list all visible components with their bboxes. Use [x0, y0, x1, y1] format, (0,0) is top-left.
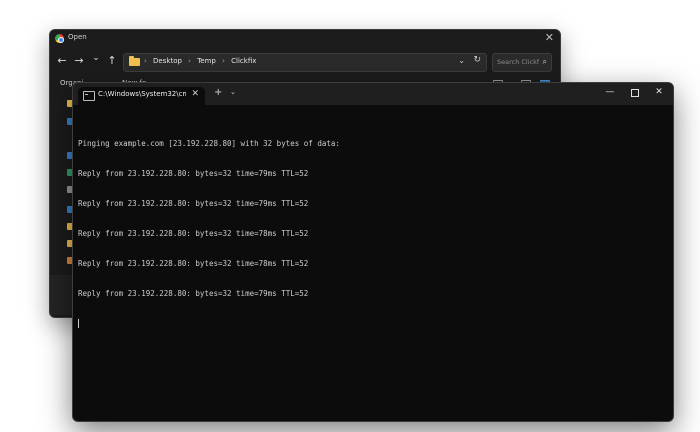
search-box[interactable]: ⌕ — [492, 53, 552, 72]
console-line: Reply from 23.192.228.80: bytes=32 time=… — [78, 289, 309, 298]
search-input[interactable] — [497, 57, 539, 67]
breadcrumb-desktop[interactable]: Desktop — [153, 57, 182, 65]
console-line: Reply from 23.192.228.80: bytes=32 time=… — [78, 169, 309, 178]
text-cursor — [78, 319, 79, 328]
recent-locations-button[interactable]: ⌄ — [89, 53, 103, 63]
console-line: Pinging example.com [23.192.228.80] with… — [78, 139, 340, 148]
scrollbar[interactable] — [50, 275, 72, 315]
tab-close-icon[interactable]: ✕ — [191, 89, 199, 99]
new-tab-button[interactable]: + — [214, 87, 222, 98]
breadcrumb-temp[interactable]: Temp — [197, 57, 216, 65]
breadcrumb-clickfix[interactable]: Clickfix — [231, 57, 256, 65]
close-button[interactable]: ✕ — [653, 87, 665, 97]
console-output[interactable]: Pinging example.com [23.192.228.80] with… — [78, 119, 665, 348]
cmd-icon — [83, 91, 95, 101]
forward-button[interactable]: → — [72, 54, 86, 67]
chevron-down-icon[interactable]: ⌄ — [230, 88, 236, 96]
breadcrumb-separator: › — [144, 57, 147, 65]
maximize-icon — [631, 89, 639, 97]
address-bar[interactable]: › Desktop › Temp › Clickfix ⌄ ↻ — [123, 53, 487, 72]
chrome-icon — [55, 34, 64, 43]
breadcrumb: › Desktop › Temp › Clickfix — [144, 57, 256, 65]
back-button[interactable]: ← — [55, 54, 69, 67]
dialog-title: Open — [68, 33, 87, 41]
dialog-titlebar: Open ✕ — [50, 30, 560, 48]
console-line: Reply from 23.192.228.80: bytes=32 time=… — [78, 229, 309, 238]
tab-strip: C:\Windows\System32\cmd.e ✕ + ⌄ — ✕ — [73, 83, 673, 105]
dialog-navbar: ← → ⌄ ↑ › Desktop › Temp › Clickfix ⌄ ↻ … — [50, 50, 560, 74]
maximize-button[interactable] — [629, 89, 641, 100]
minimize-button[interactable]: — — [604, 87, 616, 97]
address-dropdown-icon[interactable]: ⌄ — [458, 56, 465, 65]
folder-icon — [129, 56, 140, 66]
tab-title: C:\Windows\System32\cmd.e — [98, 90, 186, 98]
dialog-close-button[interactable]: ✕ — [545, 31, 554, 44]
terminal-window: C:\Windows\System32\cmd.e ✕ + ⌄ — ✕ Ping… — [72, 82, 674, 422]
up-button[interactable]: ↑ — [105, 54, 119, 67]
console-line: Reply from 23.192.228.80: bytes=32 time=… — [78, 199, 309, 208]
tab-cmd[interactable]: C:\Windows\System32\cmd.e ✕ — [78, 87, 205, 105]
search-icon: ⌕ — [542, 57, 547, 66]
refresh-icon[interactable]: ↻ — [473, 55, 481, 65]
console-line: Reply from 23.192.228.80: bytes=32 time=… — [78, 259, 309, 268]
breadcrumb-separator: › — [188, 57, 191, 65]
breadcrumb-separator: › — [222, 57, 225, 65]
